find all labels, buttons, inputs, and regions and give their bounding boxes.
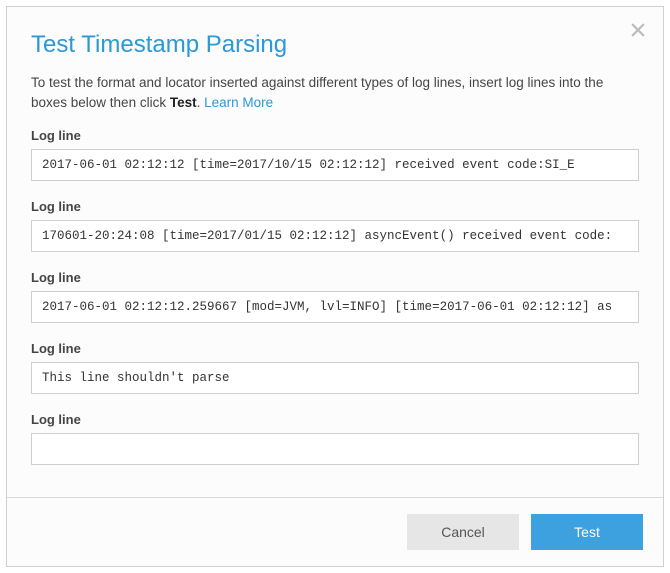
log-line-label: Log line: [31, 412, 639, 427]
log-line-label: Log line: [31, 270, 639, 285]
description-text-pre: To test the format and locator inserted …: [31, 75, 603, 110]
field-group: Log line: [31, 199, 639, 252]
modal-description: To test the format and locator inserted …: [31, 73, 639, 112]
modal-title: Test Timestamp Parsing: [31, 31, 639, 59]
cancel-button[interactable]: Cancel: [407, 514, 519, 550]
description-text-post: .: [197, 95, 205, 110]
learn-more-link[interactable]: Learn More: [204, 95, 273, 110]
test-button[interactable]: Test: [531, 514, 643, 550]
log-line-input[interactable]: [31, 291, 639, 323]
field-group: Log line: [31, 128, 639, 181]
close-icon[interactable]: [629, 21, 647, 39]
log-line-input[interactable]: [31, 433, 639, 465]
log-line-input[interactable]: [31, 362, 639, 394]
modal-footer: Cancel Test: [7, 497, 663, 566]
log-line-input[interactable]: [31, 149, 639, 181]
field-group: Log line: [31, 270, 639, 323]
modal-container: Test Timestamp Parsing To test the forma…: [6, 6, 664, 567]
log-line-label: Log line: [31, 128, 639, 143]
field-group: Log line: [31, 341, 639, 394]
field-group: Log line: [31, 412, 639, 465]
log-line-input[interactable]: [31, 220, 639, 252]
log-line-label: Log line: [31, 341, 639, 356]
log-line-label: Log line: [31, 199, 639, 214]
description-bold: Test: [170, 95, 197, 110]
modal-content: Test Timestamp Parsing To test the forma…: [7, 7, 663, 499]
